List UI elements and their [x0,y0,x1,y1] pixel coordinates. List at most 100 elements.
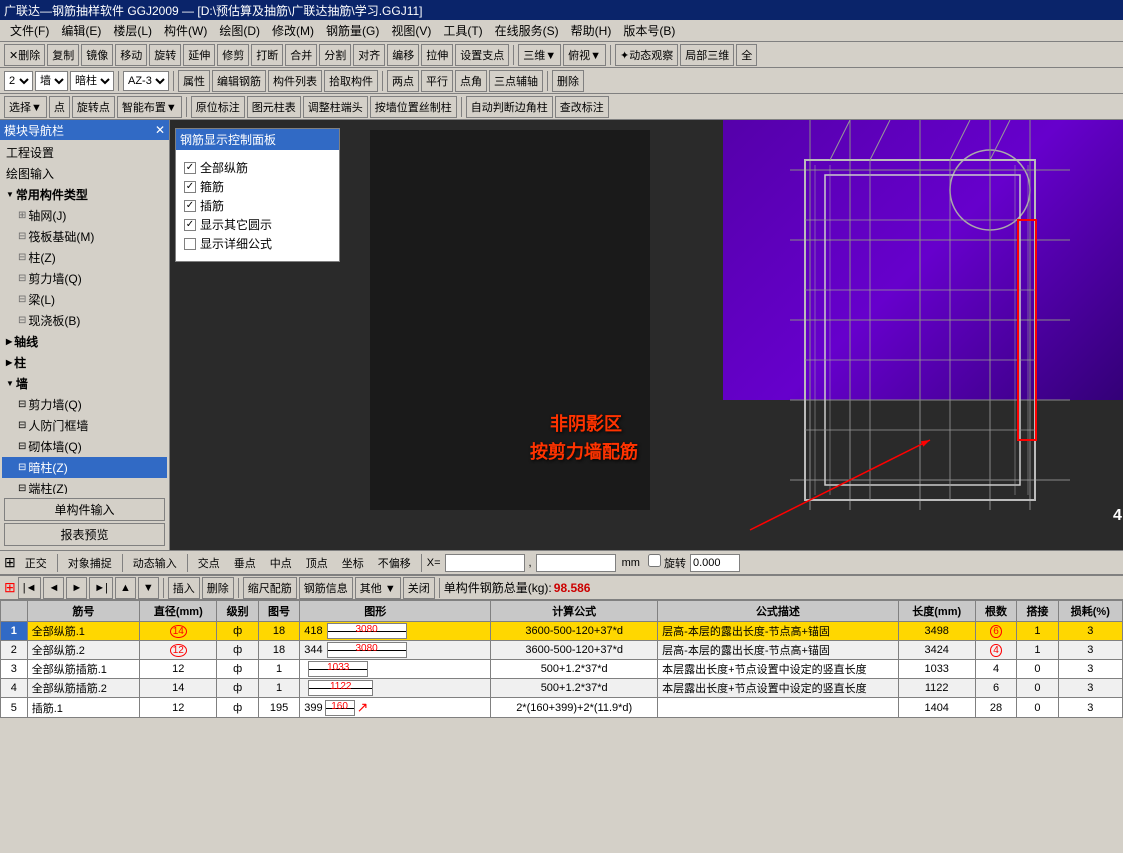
sidebar-item-masonrywall[interactable]: ⊟ 砌体墙(Q) [2,436,167,457]
edit-rebar-btn[interactable]: 编辑钢筋 [212,70,266,92]
sidebar-group-common[interactable]: ▼ 常用构件类型 [2,184,167,205]
two-point-btn[interactable]: 两点 [387,70,419,92]
nav-prev-btn[interactable]: ◄ [43,577,64,599]
rebar-chk-other-circle[interactable]: ✓ [184,219,196,231]
three-point-btn[interactable]: 三点辅轴 [489,70,543,92]
rebar-chk-insert[interactable]: ✓ [184,200,196,212]
sidebar-item-endcol[interactable]: ⊟ 端柱(Z) [2,478,167,494]
sidebar-item-shearwall[interactable]: ⊟ 剪力墙(Q) [2,268,167,289]
props-btn[interactable]: 属性 [178,70,210,92]
nav-next-btn[interactable]: ► [66,577,87,599]
copy-btn[interactable]: 复制 [47,44,79,66]
full-btn[interactable]: 全 [736,44,757,66]
sidebar-item-draw-input[interactable]: 绘图输入 [2,163,167,184]
scale-rebar-btn[interactable]: 缩尺配筋 [243,577,297,599]
vertex-btn[interactable]: 顶点 [301,553,333,573]
object-snap-btn[interactable]: 对象捕捉 [63,553,117,573]
table-row[interactable]: 4 全部纵筋插筋.2 14 ф 1 1122 5 [1,679,1123,698]
sidebar-item-raft[interactable]: ⊟ 筏板基础(M) [2,226,167,247]
x-input[interactable] [445,554,525,572]
nav-up-btn[interactable]: ▲ [115,577,136,599]
smart-place-btn[interactable]: 智能布置▼ [117,96,182,118]
menu-help[interactable]: 帮助(H) [565,20,618,41]
in-place-mark-btn[interactable]: 原位标注 [191,96,245,118]
sidebar-group-wall[interactable]: ▼ 墙 [2,373,167,394]
nav-first-btn[interactable]: |◄ [18,577,42,599]
point-btn[interactable]: 点 [49,96,70,118]
view-btn[interactable]: 俯视▼ [563,44,606,66]
sidebar-item-column[interactable]: ⊟ 柱(Z) [2,247,167,268]
table-del-btn[interactable]: 删除 [202,577,234,599]
merge-btn[interactable]: 合并 [285,44,317,66]
menu-online[interactable]: 在线服务(S) [489,20,565,41]
sidebar-close-icon[interactable]: ✕ [155,123,165,137]
stretch-btn[interactable]: 拉伸 [421,44,453,66]
edit-mark-btn[interactable]: 查改标注 [555,96,609,118]
select-btn[interactable]: 选择▼ [4,96,47,118]
move-btn[interactable]: 移动 [115,44,147,66]
rebar-info-btn[interactable]: 钢筋信息 [299,577,353,599]
table-row[interactable]: 1 全部纵筋.1 14 ф 18 418 3080 [1,622,1123,641]
y-input[interactable] [536,554,616,572]
sidebar-item-axis[interactable]: ⊞ 轴网(J) [2,205,167,226]
trim-btn[interactable]: 修剪 [217,44,249,66]
col-type-select[interactable]: 暗柱 [70,71,114,91]
perpendicular-btn[interactable]: 垂点 [229,553,261,573]
rotate-input[interactable] [690,554,740,572]
no-offset-btn[interactable]: 不偏移 [373,553,416,573]
menu-view[interactable]: 视图(V) [385,20,437,41]
mirror-btn[interactable]: 镜像 [81,44,113,66]
element-id-select[interactable]: AZ-3 [123,71,169,91]
rebar-table-scroll[interactable]: 筋号 直径(mm) 级别 图号 图形 计算公式 公式描述 长度(mm) 根数 搭… [0,600,1123,755]
report-preview-btn[interactable]: 报表预览 [4,523,165,546]
align-btn[interactable]: 对齐 [353,44,385,66]
menu-file[interactable]: 文件(F) [4,20,55,41]
sidebar-item-hidcol[interactable]: ⊟ 暗柱(Z) [2,457,167,478]
nav-last-btn[interactable]: ►| [89,577,113,599]
orthogonal-btn[interactable]: 正交 [20,553,52,573]
del-axis-btn[interactable]: 删除 [552,70,584,92]
type-select[interactable]: 墙 [35,71,68,91]
point-angle-btn[interactable]: 点角 [455,70,487,92]
sidebar-item-shearwall2[interactable]: ⊟ 剪力墙(Q) [2,394,167,415]
menu-draw[interactable]: 绘图(D) [213,20,266,41]
menu-element[interactable]: 构件(W) [158,20,213,41]
pick-element-btn[interactable]: 拾取构件 [324,70,378,92]
menu-modify[interactable]: 修改(M) [266,20,320,41]
extend-btn[interactable]: 延伸 [183,44,215,66]
rotate-point-btn[interactable]: 旋转点 [72,96,115,118]
table-row[interactable]: 2 全部纵筋.2 12 ф 18 344 3080 [1,641,1123,660]
rotate-btn[interactable]: 旋转 [149,44,181,66]
midpoint-btn[interactable]: 中点 [265,553,297,573]
set-pivot-btn[interactable]: 设置支点 [455,44,509,66]
rotate-check[interactable] [648,554,661,567]
adjust-col-end-btn[interactable]: 调整柱端头 [303,96,368,118]
table-row[interactable]: 3 全部纵筋插筋.1 12 ф 1 1033 5 [1,660,1123,679]
fig-col-table-btn[interactable]: 图元柱表 [247,96,301,118]
delete-btn[interactable]: ✕删除 [4,44,45,66]
3d-btn[interactable]: 三维▼ [518,44,561,66]
coordinate-btn[interactable]: 坐标 [337,553,369,573]
auto-corner-btn[interactable]: 自动判断边角柱 [466,96,553,118]
sidebar-item-project-settings[interactable]: 工程设置 [2,142,167,163]
menu-floor[interactable]: 楼层(L) [107,20,158,41]
sidebar-group-axis[interactable]: ▶ 轴线 [2,331,167,352]
wall-pos-btn[interactable]: 按墙位置丝制柱 [370,96,457,118]
offset-btn[interactable]: 编移 [387,44,419,66]
break-btn[interactable]: 打断 [251,44,283,66]
single-element-input-btn[interactable]: 单构件输入 [4,498,165,521]
split-btn[interactable]: 分割 [319,44,351,66]
intersection-btn[interactable]: 交点 [193,553,225,573]
menu-rebar-qty[interactable]: 钢筋量(G) [320,20,385,41]
insert-btn[interactable]: 插入 [168,577,200,599]
menu-tools[interactable]: 工具(T) [437,20,488,41]
element-list-btn[interactable]: 构件列表 [268,70,322,92]
menu-version[interactable]: 版本号(B) [617,20,681,41]
sidebar-item-slab[interactable]: ⊟ 现浇板(B) [2,310,167,331]
other-btn[interactable]: 其他 ▼ [355,577,401,599]
sidebar-group-col[interactable]: ▶ 柱 [2,352,167,373]
dynamic-input-btn[interactable]: 动态输入 [128,553,182,573]
nav-down-btn[interactable]: ▼ [138,577,159,599]
dynamic-view-btn[interactable]: ✦动态观察 [615,44,678,66]
local-3d-btn[interactable]: 局部三维 [680,44,734,66]
